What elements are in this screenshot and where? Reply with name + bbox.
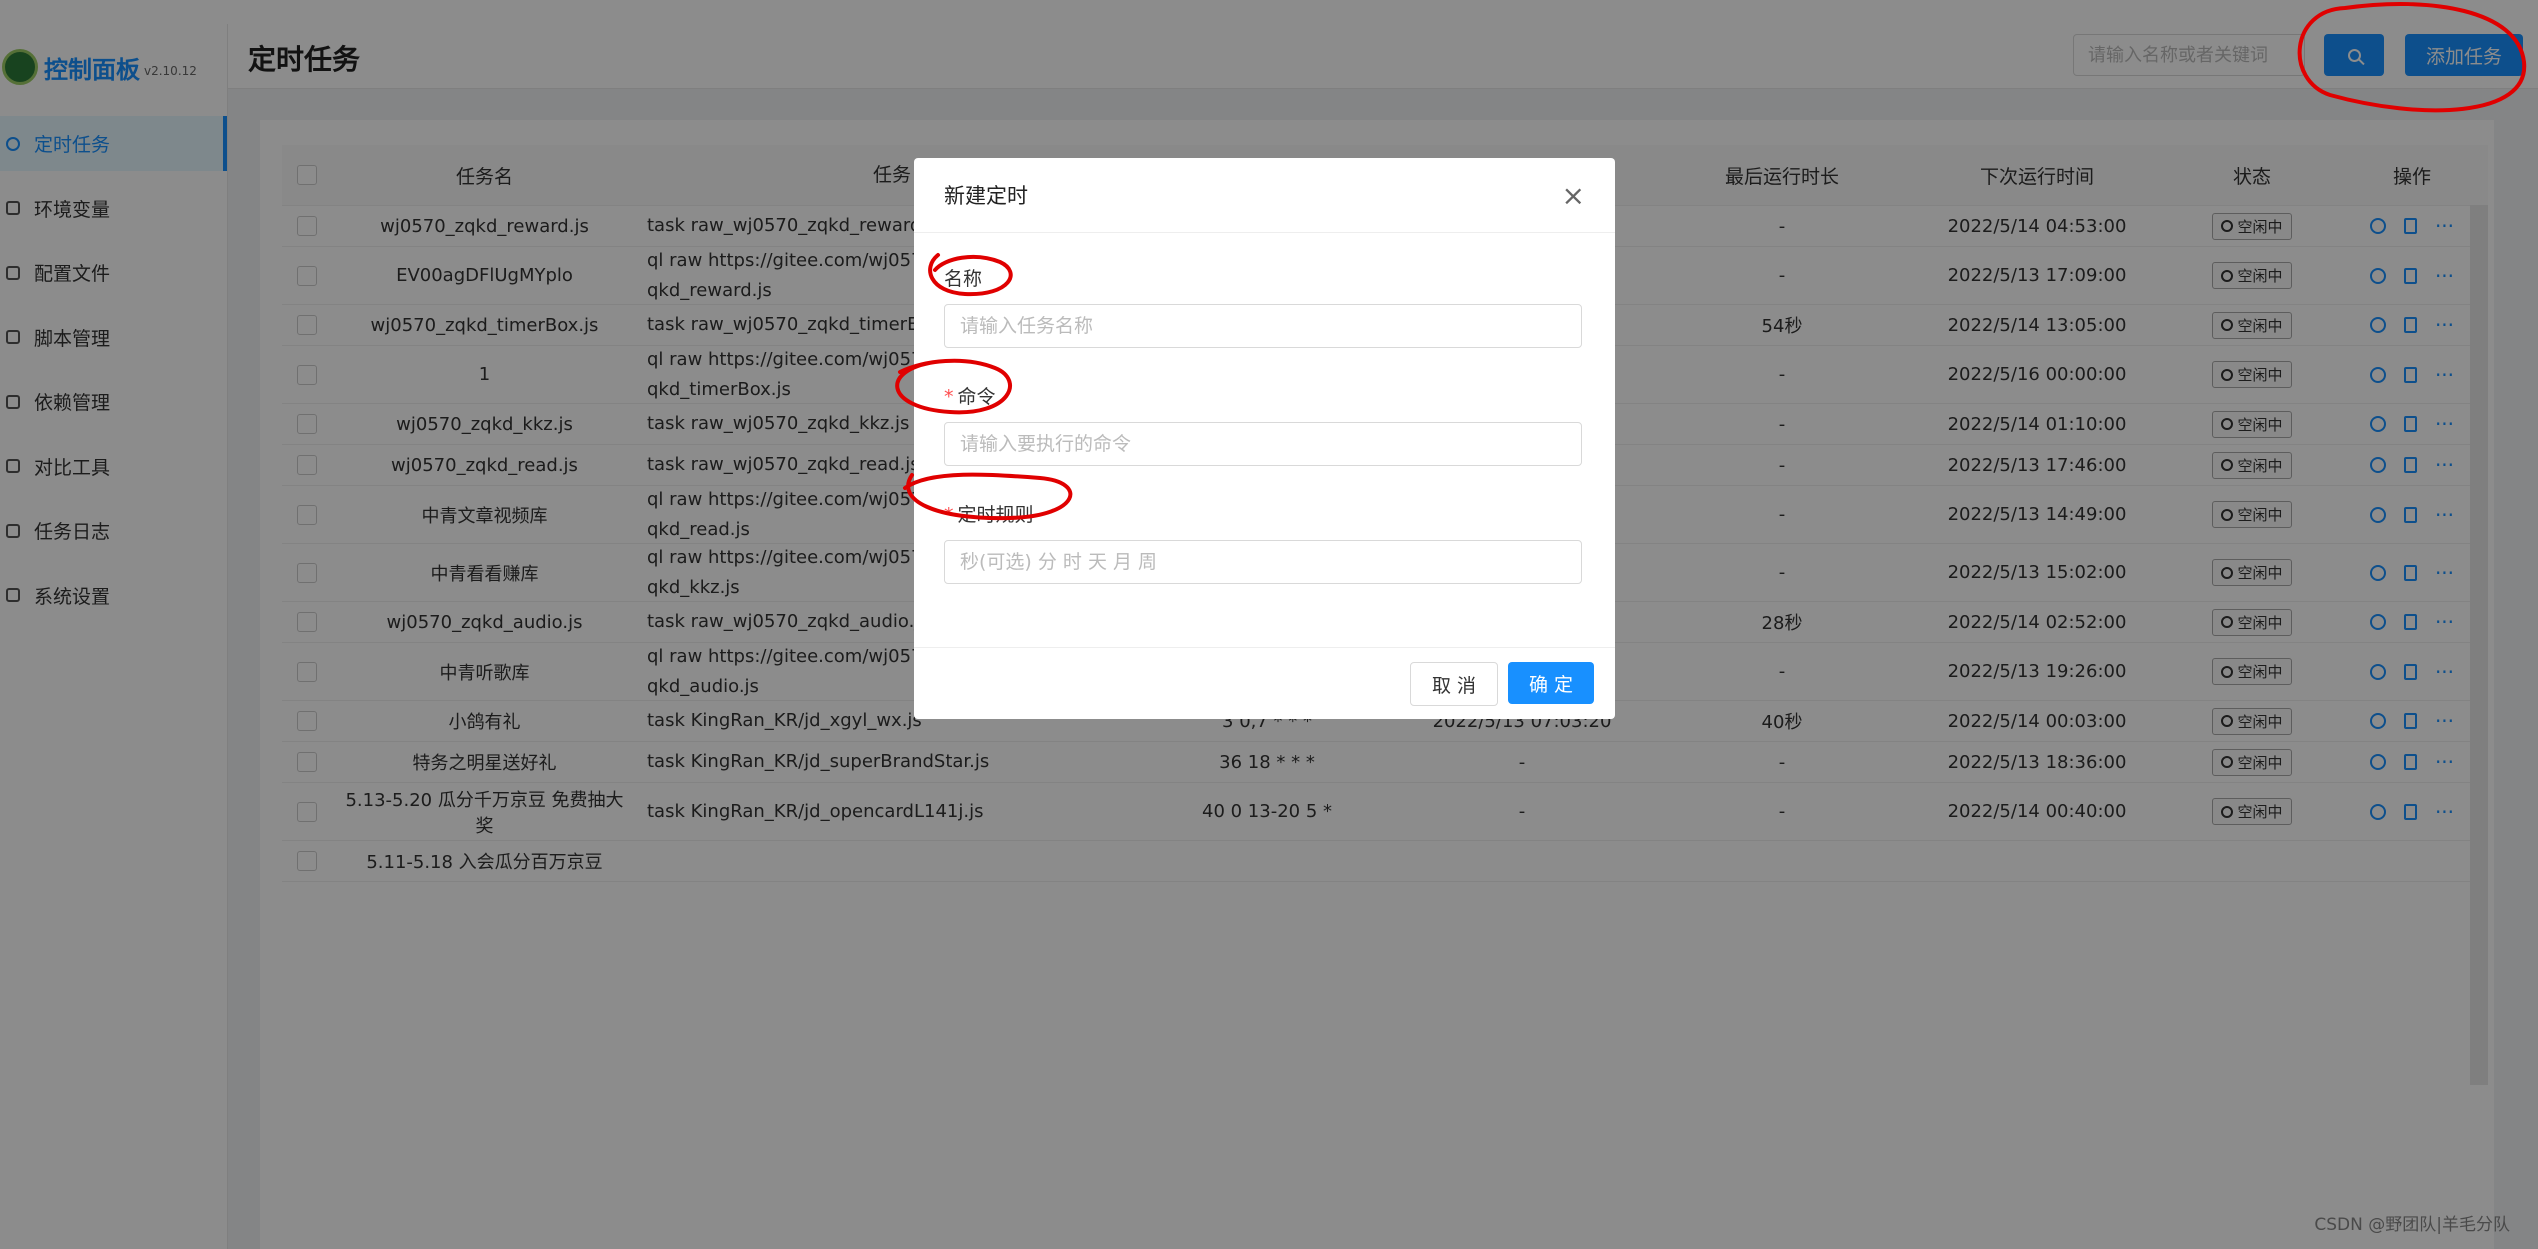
- close-icon[interactable]: ×: [1562, 179, 1585, 212]
- name-label: 名称: [944, 268, 983, 290]
- new-cron-dialog: 新建定时 × 名称 *命令 *定时规则 取 消 确 定: [914, 158, 1615, 719]
- dialog-title: 新建定时: [944, 184, 1028, 208]
- schedule-field[interactable]: [944, 540, 1582, 584]
- command-field[interactable]: [944, 422, 1582, 466]
- dialog-footer: 取 消 确 定: [914, 647, 1615, 720]
- schedule-label: * 定时规则: [944, 504, 1034, 526]
- confirm-button[interactable]: 确 定: [1508, 662, 1594, 704]
- command-label: * 命令: [944, 386, 996, 408]
- cancel-button[interactable]: 取 消: [1410, 662, 1498, 706]
- task-name-field[interactable]: [944, 304, 1582, 348]
- dialog-header: 新建定时 ×: [914, 158, 1615, 233]
